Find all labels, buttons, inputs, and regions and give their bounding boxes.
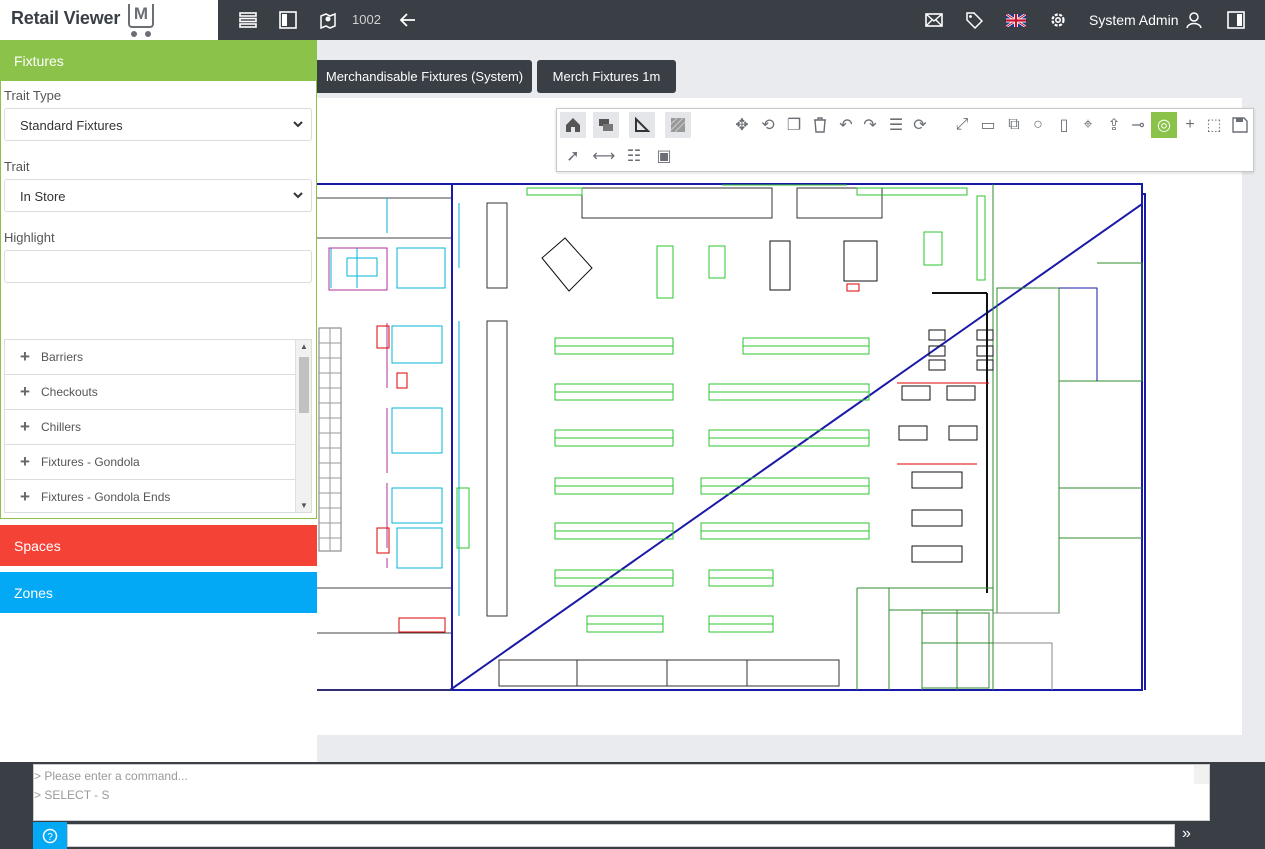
fit-icon[interactable]: ⤢ — [949, 112, 975, 138]
gear-icon[interactable] — [1048, 10, 1068, 30]
screen-icon[interactable]: ▣ — [651, 143, 677, 169]
command-output: > Please enter a command... > SELECT - S — [33, 764, 1210, 821]
list-icon[interactable] — [238, 10, 258, 30]
list-scrollbar[interactable]: ▲ ▼ — [295, 340, 311, 512]
help-icon: ? — [42, 828, 58, 843]
plus-icon[interactable]: + — [19, 348, 31, 365]
numbered-list-icon[interactable]: ☷ — [621, 143, 647, 169]
list-item[interactable]: + Fixtures - Gondola Ends — [5, 480, 311, 512]
home-icon[interactable] — [560, 112, 586, 138]
user-name[interactable]: System Admin — [1089, 12, 1178, 28]
svg-text:?: ? — [47, 832, 53, 843]
trait-select[interactable]: In Store — [4, 179, 312, 212]
trait-type-value: Standard Fixtures — [20, 118, 123, 133]
trait-value: In Store — [20, 189, 66, 204]
trait-type-label: Trait Type — [4, 88, 62, 103]
command-history-line: > SELECT - S — [34, 788, 110, 802]
help-button[interactable]: ? — [33, 822, 67, 849]
line-icon[interactable]: ⊸ — [1125, 112, 1151, 138]
spaces-accordion-header[interactable]: Spaces — [0, 525, 317, 566]
app-logo[interactable]: Retail Viewer M — [0, 0, 218, 40]
monitor-icon[interactable]: ▭ — [975, 112, 1001, 138]
cart-wheel-icon — [145, 31, 151, 37]
list-item-label: Checkouts — [41, 385, 98, 399]
crosshair-icon[interactable]: + — [1177, 112, 1203, 138]
plus-icon[interactable]: + — [19, 453, 31, 470]
fixtures-panel: Trait Type Standard Fixtures Trait In St… — [0, 81, 317, 519]
fixtures-accordion-header[interactable]: Fixtures — [0, 40, 317, 81]
cad-toolbar: ✥ ⟲ ❐ ↶ ↷ ☰ ⟳ ⤢ ▭ ⧉ ○ ▯ ⌖ ⇪ ⊸ ◎ + ⬚ ➚ ⟷ … — [556, 108, 1254, 172]
delete-icon[interactable] — [807, 112, 833, 138]
panel-icon[interactable] — [1226, 10, 1246, 30]
tag-icon[interactable] — [964, 10, 984, 30]
floor-plan[interactable] — [317, 98, 1242, 735]
trait-type-select[interactable]: Standard Fixtures — [4, 108, 312, 141]
list-item-label: Barriers — [41, 350, 84, 364]
list-item[interactable]: + Chillers — [5, 410, 311, 445]
list-item[interactable]: + Fixtures - Gondola — [5, 445, 311, 480]
command-prompt-line: > Please enter a command... — [34, 769, 188, 783]
chevron-down-icon — [293, 192, 303, 199]
floor-plan-canvas[interactable] — [317, 98, 1242, 735]
dimension-icon[interactable]: ⟷ — [591, 143, 617, 169]
highlight-input[interactable] — [4, 250, 312, 283]
plus-icon[interactable]: + — [19, 383, 31, 400]
user-icon[interactable] — [1184, 10, 1204, 30]
mail-icon[interactable] — [924, 10, 944, 30]
tab-merch-fixtures-1m[interactable]: Merch Fixtures 1m — [537, 60, 676, 93]
sidebar: Fixtures Trait Type Standard Fixtures Tr… — [0, 40, 317, 762]
export-icon[interactable]: ⇪ — [1101, 112, 1127, 138]
brand-mark: M — [128, 4, 154, 28]
rectangle-icon[interactable]: ▯ — [1051, 112, 1077, 138]
map-icon[interactable] — [318, 10, 338, 30]
highlight-label: Highlight — [4, 230, 55, 245]
refresh-icon[interactable]: ⟳ — [907, 112, 933, 138]
top-bar: Retail Viewer M 1002 System Admin — [0, 0, 1265, 40]
target-icon[interactable]: ⌖ — [1075, 112, 1101, 138]
circle-icon[interactable]: ○ — [1025, 112, 1051, 138]
command-scrollbar[interactable] — [1194, 765, 1209, 784]
brand-name: Retail Viewer — [11, 8, 121, 28]
plus-icon[interactable]: + — [19, 418, 31, 435]
list-item[interactable]: + Barriers — [5, 340, 311, 375]
layers-icon[interactable] — [593, 112, 619, 138]
list-item-label: Fixtures - Gondola — [41, 455, 140, 469]
command-input[interactable] — [67, 824, 1175, 847]
command-area: > Please enter a command... > SELECT - S… — [0, 762, 1265, 849]
measure-icon[interactable] — [629, 112, 655, 138]
fixture-category-list: + Barriers + Checkouts + Chillers + Fixtures… — [4, 339, 312, 513]
list-item-label: Chillers — [41, 420, 82, 434]
undo-icon[interactable]: ↶ — [833, 112, 859, 138]
plus-icon[interactable]: + — [19, 488, 31, 505]
chevron-down-icon — [293, 121, 303, 128]
cart-wheel-icon — [131, 31, 137, 37]
list-icon[interactable]: ☰ — [883, 112, 909, 138]
zones-accordion-header[interactable]: Zones — [0, 572, 317, 613]
windows-icon[interactable]: ⧉ — [1001, 112, 1027, 138]
tab-merchandisable-fixtures-system[interactable]: Merchandisable Fixtures (System) — [317, 60, 532, 93]
uk-flag-icon[interactable] — [1006, 10, 1026, 30]
pointer-icon[interactable]: ➚ — [560, 143, 586, 169]
scroll-down-icon[interactable]: ▼ — [300, 501, 308, 510]
trait-label: Trait — [4, 159, 30, 174]
scroll-up-icon[interactable]: ▲ — [300, 342, 308, 351]
redo-icon[interactable]: ↷ — [857, 112, 883, 138]
scrollbar-thumb[interactable] — [299, 357, 309, 413]
store-number: 1002 — [352, 12, 381, 27]
sidebar-toggle-icon[interactable] — [278, 10, 298, 30]
save-icon[interactable] — [1227, 112, 1253, 138]
grid-icon[interactable]: ⬚ — [1201, 112, 1227, 138]
move-icon[interactable]: ✥ — [729, 112, 755, 138]
list-item-label: Fixtures - Gondola Ends — [41, 490, 171, 504]
rotate-icon[interactable]: ⟲ — [755, 112, 781, 138]
copy-icon[interactable]: ❐ — [781, 112, 807, 138]
hatch-icon[interactable] — [665, 112, 691, 138]
back-arrow-icon[interactable] — [398, 10, 418, 30]
run-command-icon[interactable]: » — [1182, 825, 1191, 843]
list-item[interactable]: + Checkouts — [5, 375, 311, 410]
snap-icon[interactable]: ◎ — [1151, 112, 1177, 138]
